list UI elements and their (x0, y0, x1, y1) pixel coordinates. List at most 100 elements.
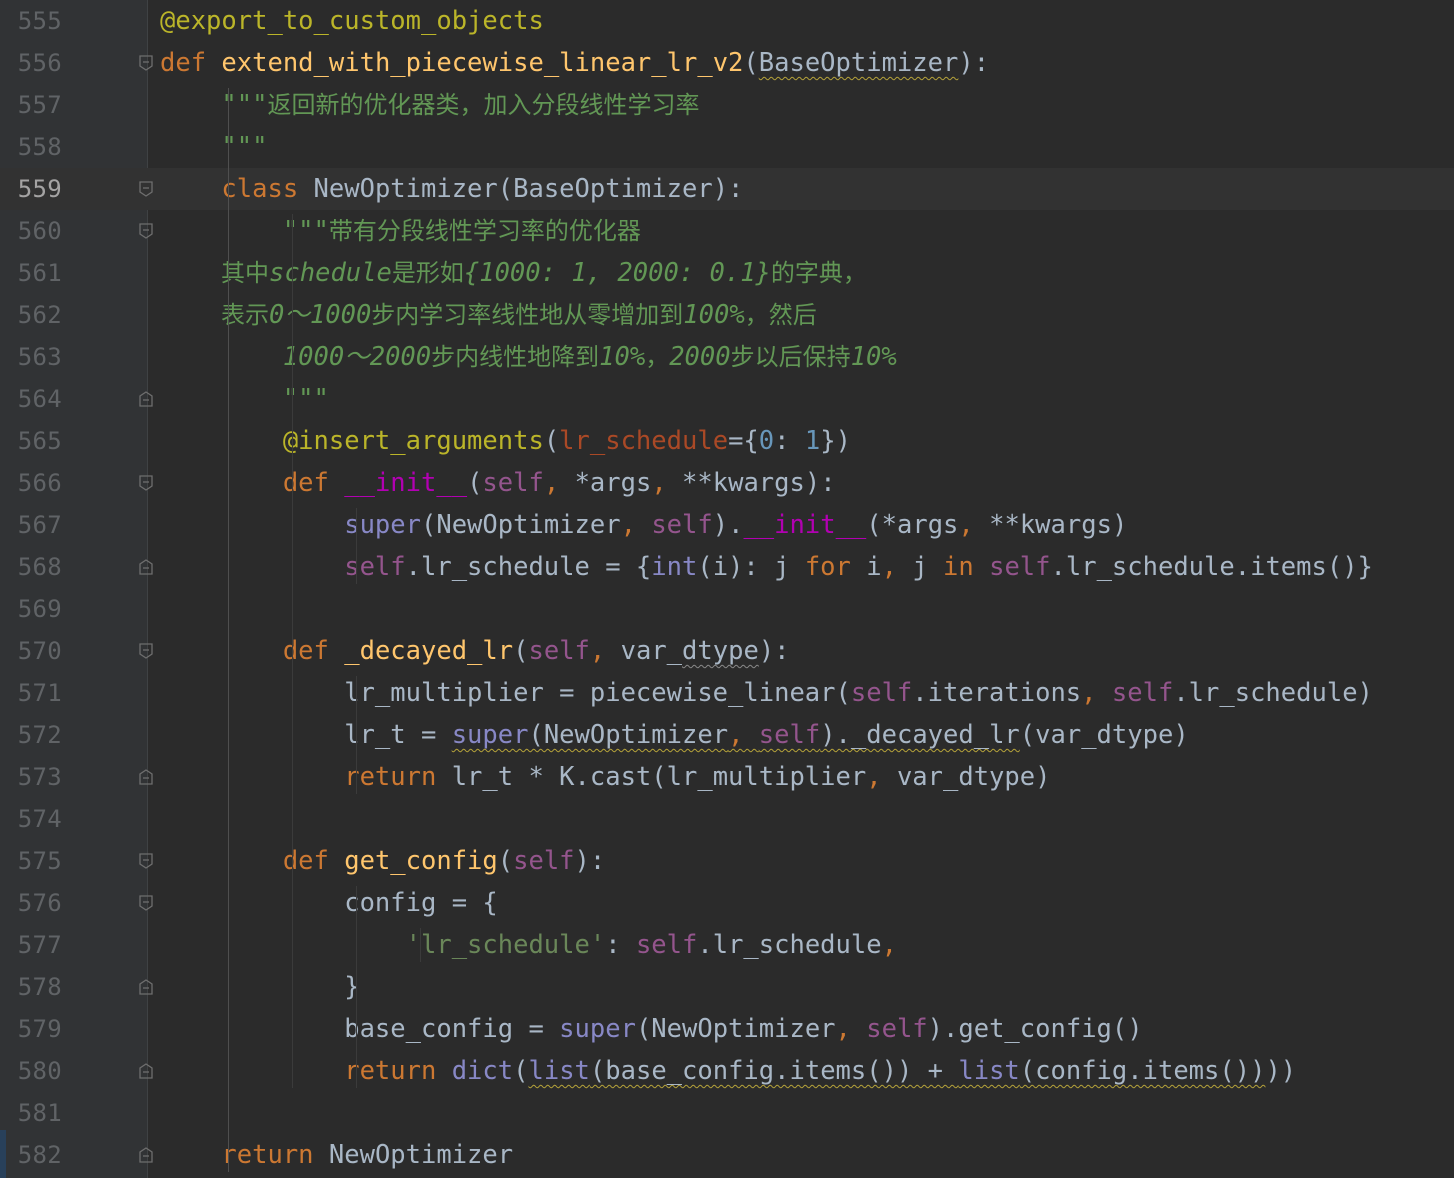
code-line[interactable]: 564 """ (0, 378, 1454, 420)
fold-expand-icon[interactable] (137, 180, 155, 198)
line-number: 558 (17, 133, 62, 161)
line-number: 556 (17, 49, 62, 77)
code-line[interactable]: 558 """ (0, 126, 1454, 168)
code-line[interactable]: 570 def _decayed_lr(self, var_dtype): (0, 630, 1454, 672)
fold-expand-icon[interactable] (137, 474, 155, 492)
line-number: 565 (17, 427, 62, 455)
code-line[interactable]: 573 return lr_t * K.cast(lr_multiplier, … (0, 756, 1454, 798)
code-text[interactable]: return lr_t * K.cast(lr_multiplier, var_… (160, 756, 1050, 798)
fold-expand-icon[interactable] (137, 54, 155, 72)
code-line[interactable]: 563 1000～2000步内线性地降到10%，2000步以后保持10% (0, 336, 1454, 378)
line-number: 573 (17, 763, 62, 791)
code-text[interactable]: } (160, 966, 359, 1008)
line-number: 567 (17, 511, 62, 539)
line-number: 563 (17, 343, 62, 371)
indent-guide (356, 676, 357, 794)
code-text[interactable]: self.lr_schedule = {int(i): j for i, j i… (160, 546, 1373, 588)
code-text[interactable]: class NewOptimizer(BaseOptimizer): (160, 168, 743, 210)
indent-guide (292, 214, 293, 1088)
line-number: 569 (17, 595, 62, 623)
line-number: 566 (17, 469, 62, 497)
line-number: 579 (17, 1015, 62, 1043)
line-number: 582 (17, 1141, 62, 1169)
code-text[interactable]: def extend_with_piecewise_linear_lr_v2(B… (160, 42, 989, 84)
code-line[interactable]: 576 config = { (0, 882, 1454, 924)
line-number: 559 (17, 175, 62, 203)
line-number: 577 (17, 931, 62, 959)
indent-guide (356, 508, 357, 584)
fold-expand-icon[interactable] (137, 894, 155, 912)
fold-expand-icon[interactable] (137, 852, 155, 870)
line-number: 560 (17, 217, 62, 245)
code-line[interactable]: 568 self.lr_schedule = {int(i): j for i,… (0, 546, 1454, 588)
code-text[interactable]: """返回新的优化器类，加入分段线性学习率 (160, 84, 699, 126)
fold-end-icon[interactable] (137, 978, 155, 996)
code-text[interactable]: 表示0～1000步内学习率线性地从零增加到100%，然后 (160, 294, 817, 336)
code-line[interactable]: 561 其中schedule是形如{1000: 1, 2000: 0.1}的字典… (0, 252, 1454, 294)
indent-guide (356, 886, 357, 1088)
code-text[interactable]: """ (160, 378, 329, 420)
code-text[interactable]: @insert_arguments(lr_schedule={0: 1}) (160, 420, 851, 462)
code-line[interactable]: 557 """返回新的优化器类，加入分段线性学习率 (0, 84, 1454, 126)
indent-guide (420, 928, 421, 962)
code-line[interactable]: 559 class NewOptimizer(BaseOptimizer): (0, 168, 1454, 210)
line-number: 555 (17, 7, 62, 35)
code-line[interactable]: 567 super(NewOptimizer, self).__init__(*… (0, 504, 1454, 546)
code-line[interactable]: 560 """带有分段线性学习率的优化器 (0, 210, 1454, 252)
code-text[interactable]: 其中schedule是形如{1000: 1, 2000: 0.1}的字典， (160, 252, 867, 294)
code-text[interactable]: super(NewOptimizer, self).__init__(*args… (160, 504, 1127, 546)
code-text[interactable]: def __init__(self, *args, **kwargs): (160, 462, 836, 504)
line-number: 568 (17, 553, 62, 581)
code-line[interactable]: 566 def __init__(self, *args, **kwargs): (0, 462, 1454, 504)
code-text[interactable]: return NewOptimizer (160, 1134, 513, 1176)
line-number: 574 (17, 805, 62, 833)
code-text[interactable]: lr_t = super(NewOptimizer, self)._decaye… (160, 714, 1188, 756)
code-text[interactable]: @export_to_custom_objects (160, 0, 544, 42)
fold-expand-icon[interactable] (137, 642, 155, 660)
line-number: 570 (17, 637, 62, 665)
code-line[interactable]: 580 return dict(list(base_config.items()… (0, 1050, 1454, 1092)
fold-end-icon[interactable] (137, 558, 155, 576)
code-line[interactable]: 579 base_config = super(NewOptimizer, se… (0, 1008, 1454, 1050)
line-number: 581 (17, 1099, 62, 1127)
code-line[interactable]: 582 return NewOptimizer (0, 1134, 1454, 1176)
fold-expand-icon[interactable] (137, 222, 155, 240)
line-number: 580 (17, 1057, 62, 1085)
code-text[interactable]: config = { (160, 882, 498, 924)
code-line[interactable]: 574 (0, 798, 1454, 840)
code-line[interactable]: 572 lr_t = super(NewOptimizer, self)._de… (0, 714, 1454, 756)
fold-end-icon[interactable] (137, 1146, 155, 1164)
code-line[interactable]: 555 @export_to_custom_objects (0, 0, 1454, 42)
fold-end-icon[interactable] (137, 1062, 155, 1080)
code-text[interactable]: def _decayed_lr(self, var_dtype): (160, 630, 790, 672)
fold-end-icon[interactable] (137, 390, 155, 408)
code-editor[interactable]: 555 @export_to_custom_objects 556 def exten… (0, 0, 1454, 1178)
code-line[interactable]: 569 (0, 588, 1454, 630)
code-text[interactable]: 'lr_schedule': self.lr_schedule, (160, 924, 897, 966)
indent-guide (228, 88, 229, 1172)
line-number: 557 (17, 91, 62, 119)
line-number: 562 (17, 301, 62, 329)
fold-end-icon[interactable] (137, 768, 155, 786)
line-number: 575 (17, 847, 62, 875)
code-line[interactable]: 581 (0, 1092, 1454, 1134)
line-number: 571 (17, 679, 62, 707)
line-number: 561 (17, 259, 62, 287)
code-text[interactable]: """带有分段线性学习率的优化器 (160, 210, 641, 252)
code-line[interactable]: 562 表示0～1000步内学习率线性地从零增加到100%，然后 (0, 294, 1454, 336)
code-line[interactable]: 565 @insert_arguments(lr_schedule={0: 1}… (0, 420, 1454, 462)
line-number: 576 (17, 889, 62, 917)
code-line[interactable]: 578 } (0, 966, 1454, 1008)
code-text[interactable]: lr_multiplier = piecewise_linear(self.it… (160, 672, 1373, 714)
code-text[interactable]: return dict(list(base_config.items()) + … (160, 1050, 1296, 1092)
code-line[interactable]: 575 def get_config(self): (0, 840, 1454, 882)
line-number: 572 (17, 721, 62, 749)
code-line[interactable]: 571 lr_multiplier = piecewise_linear(sel… (0, 672, 1454, 714)
code-text[interactable]: 1000～2000步内线性地降到10%，2000步以后保持10% (160, 336, 897, 378)
code-line[interactable]: 556 def extend_with_piecewise_linear_lr_v… (0, 42, 1454, 84)
code-text[interactable]: def get_config(self): (160, 840, 605, 882)
line-number: 578 (17, 973, 62, 1001)
code-text[interactable]: base_config = super(NewOptimizer, self).… (160, 1008, 1142, 1050)
code-line[interactable]: 577 'lr_schedule': self.lr_schedule, (0, 924, 1454, 966)
code-text[interactable]: """ (160, 126, 267, 168)
